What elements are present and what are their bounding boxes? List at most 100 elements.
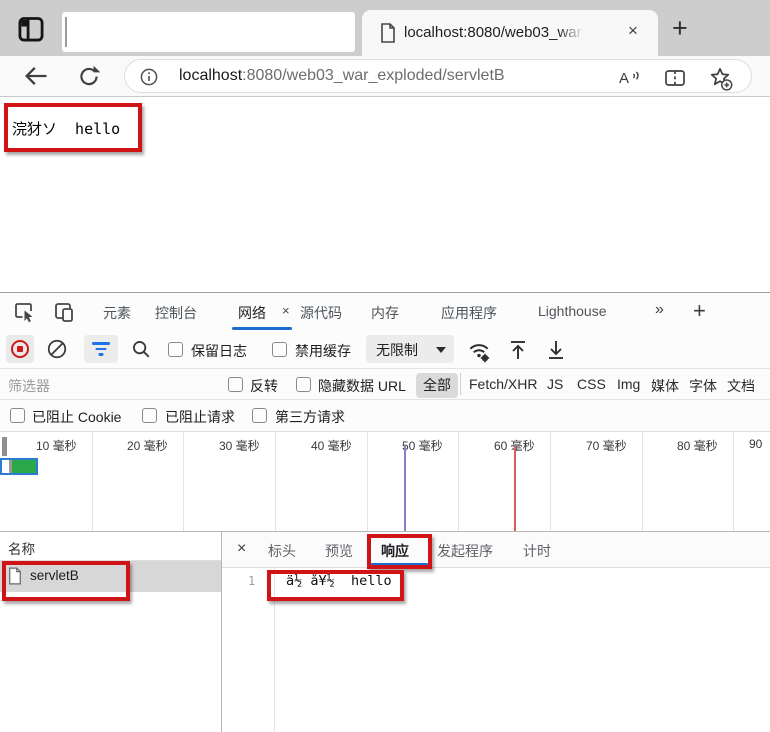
gridline <box>183 432 184 531</box>
timeline-tick: 80 毫秒 <box>677 437 718 454</box>
browser-tab[interactable]: localhost:8080/web03_war_explo × <box>362 10 658 56</box>
new-tab-button[interactable]: + <box>672 13 688 44</box>
filter-chip-fetch-xhr[interactable]: Fetch/XHR <box>469 376 537 392</box>
filter-chip-all[interactable]: 全部 <box>416 373 458 398</box>
url-path: :8080/web03_war_exploded/servletB <box>242 67 504 84</box>
import-har-icon[interactable] <box>506 338 530 362</box>
preserve-log-label: 保留日志 <box>191 341 247 361</box>
clear-network-log-icon[interactable] <box>46 338 68 360</box>
hide-data-urls-checkbox[interactable] <box>296 377 311 392</box>
network-toolbar: 保留日志 禁用缓存 无限制 <box>0 331 770 369</box>
devtools-tab-bar: 元素 控制台 网络 × 源代码 内存 应用程序 Lighthouse » + <box>0 293 770 331</box>
site-info-icon[interactable] <box>139 67 159 87</box>
devtools-tab-application[interactable]: 应用程序 <box>441 303 497 323</box>
tab-title-fade <box>558 22 584 46</box>
request-list-panel: 名称 servletB <box>0 532 222 732</box>
inspect-element-icon[interactable] <box>12 300 36 324</box>
favorites-star-icon[interactable] <box>707 65 733 91</box>
blocked-cookies-checkbox[interactable] <box>10 408 25 423</box>
gridline <box>550 432 551 531</box>
devtools-tab-lighthouse[interactable]: Lighthouse <box>538 303 607 319</box>
page-content: 浣犲ソ hello <box>0 97 770 292</box>
add-devtools-tab-icon[interactable]: + <box>693 298 706 324</box>
more-tabs-icon[interactable]: » <box>655 301 664 319</box>
search-icon[interactable] <box>130 338 152 360</box>
gridline <box>275 432 276 531</box>
device-toolbar-icon[interactable] <box>52 300 76 324</box>
blocked-requests-checkbox[interactable] <box>142 408 157 423</box>
svg-text:A: A <box>619 70 629 87</box>
back-icon[interactable] <box>22 62 50 90</box>
close-detail-icon[interactable]: × <box>237 540 246 558</box>
page-favicon-icon <box>380 23 396 43</box>
titlebar-blank-field[interactable] <box>62 12 355 52</box>
filter-chip-media[interactable]: 媒体 <box>651 376 679 396</box>
throttling-dropdown[interactable]: 无限制 <box>366 335 454 363</box>
network-overview-timeline[interactable]: 10 毫秒 20 毫秒 30 毫秒 40 毫秒 50 毫秒 60 毫秒 70 毫… <box>0 432 770 532</box>
editor-gutter-divider <box>274 568 275 732</box>
detail-tab-strip: × 标头 预览 响应 发起程序 计时 <box>222 532 770 568</box>
detail-tab-initiator[interactable]: 发起程序 <box>437 541 493 561</box>
preserve-log-checkbox[interactable] <box>168 342 183 357</box>
invert-filter-label: 反转 <box>250 376 278 396</box>
disable-cache-label: 禁用缓存 <box>295 341 351 361</box>
disable-cache-checkbox[interactable] <box>272 342 287 357</box>
response-line-number: 1 <box>248 574 255 588</box>
active-detail-tab-underline <box>370 563 428 566</box>
third-party-requests-label: 第三方请求 <box>275 407 345 427</box>
read-aloud-icon[interactable]: A <box>617 66 641 90</box>
network-conditions-icon[interactable] <box>466 338 492 364</box>
filter-chip-doc[interactable]: 文档 <box>727 376 755 396</box>
devtools-tab-elements[interactable]: 元素 <box>103 303 131 323</box>
detail-tab-headers[interactable]: 标头 <box>268 541 296 561</box>
devtools-tab-network[interactable]: 网络 <box>238 303 266 323</box>
network-detail-area: 名称 servletB × 标头 预览 响应 <box>0 532 770 732</box>
hide-data-urls-label: 隐藏数据 URL <box>318 376 406 396</box>
response-body-text: ä½ å¥½ hello <box>286 573 392 589</box>
response-detail-panel: × 标头 预览 响应 发起程序 计时 1 ä½ å¥½ hello <box>222 532 770 732</box>
chip-separator <box>460 373 461 395</box>
blocked-requests-label: 已阻止请求 <box>165 407 235 427</box>
tab-close-icon[interactable]: × <box>628 21 638 41</box>
name-column-header[interactable]: 名称 <box>0 532 221 561</box>
invert-filter-checkbox[interactable] <box>228 377 243 392</box>
detail-tab-response[interactable]: 响应 <box>381 541 409 561</box>
timeline-tick: 50 毫秒 <box>402 437 443 454</box>
gridline <box>92 432 93 531</box>
document-icon <box>8 567 22 585</box>
filter-chip-js[interactable]: JS <box>547 376 563 392</box>
record-icon <box>11 340 29 358</box>
devtools-tab-console[interactable]: 控制台 <box>155 303 197 323</box>
filter-toggle-button[interactable] <box>84 335 118 363</box>
filter-chip-font[interactable]: 字体 <box>689 376 717 396</box>
request-name: servletB <box>30 568 79 583</box>
detail-tab-timing[interactable]: 计时 <box>523 541 551 561</box>
chevron-down-icon <box>436 347 446 353</box>
page-text: 浣犲ソ hello <box>12 118 120 139</box>
gridline <box>733 432 734 531</box>
gridline <box>367 432 368 531</box>
network-filter-row: 筛选器 反转 隐藏数据 URL 全部 Fetch/XHR JS CSS Img … <box>0 369 770 400</box>
timeline-tick: 10 毫秒 <box>36 437 77 454</box>
detail-tab-preview[interactable]: 预览 <box>325 541 353 561</box>
filter-chip-img[interactable]: Img <box>617 376 640 392</box>
devtools-tab-memory[interactable]: 内存 <box>371 303 399 323</box>
split-screen-icon[interactable] <box>663 66 687 90</box>
url-host: localhost <box>179 67 242 84</box>
request-row-servletb[interactable]: servletB <box>0 561 221 592</box>
export-har-icon[interactable] <box>544 338 568 362</box>
third-party-requests-checkbox[interactable] <box>252 408 267 423</box>
devtools-tab-sources[interactable]: 源代码 <box>300 303 342 323</box>
request-waterfall-bar[interactable] <box>0 458 38 475</box>
network-tab-close-icon[interactable]: × <box>282 303 290 318</box>
filter-chip-css[interactable]: CSS <box>577 376 606 392</box>
filter-input[interactable]: 筛选器 <box>8 376 50 396</box>
blocked-cookies-label: 已阻止 Cookie <box>32 407 121 427</box>
waterfall-download-segment <box>12 460 36 473</box>
timeline-scrubber[interactable] <box>2 437 7 456</box>
record-network-log-button[interactable] <box>6 335 34 363</box>
url-text: localhost:8080/web03_war_exploded/servle… <box>179 67 505 85</box>
refresh-icon[interactable] <box>76 63 102 89</box>
address-field[interactable]: localhost:8080/web03_war_exploded/servle… <box>124 59 752 93</box>
workspaces-icon[interactable] <box>17 15 45 43</box>
